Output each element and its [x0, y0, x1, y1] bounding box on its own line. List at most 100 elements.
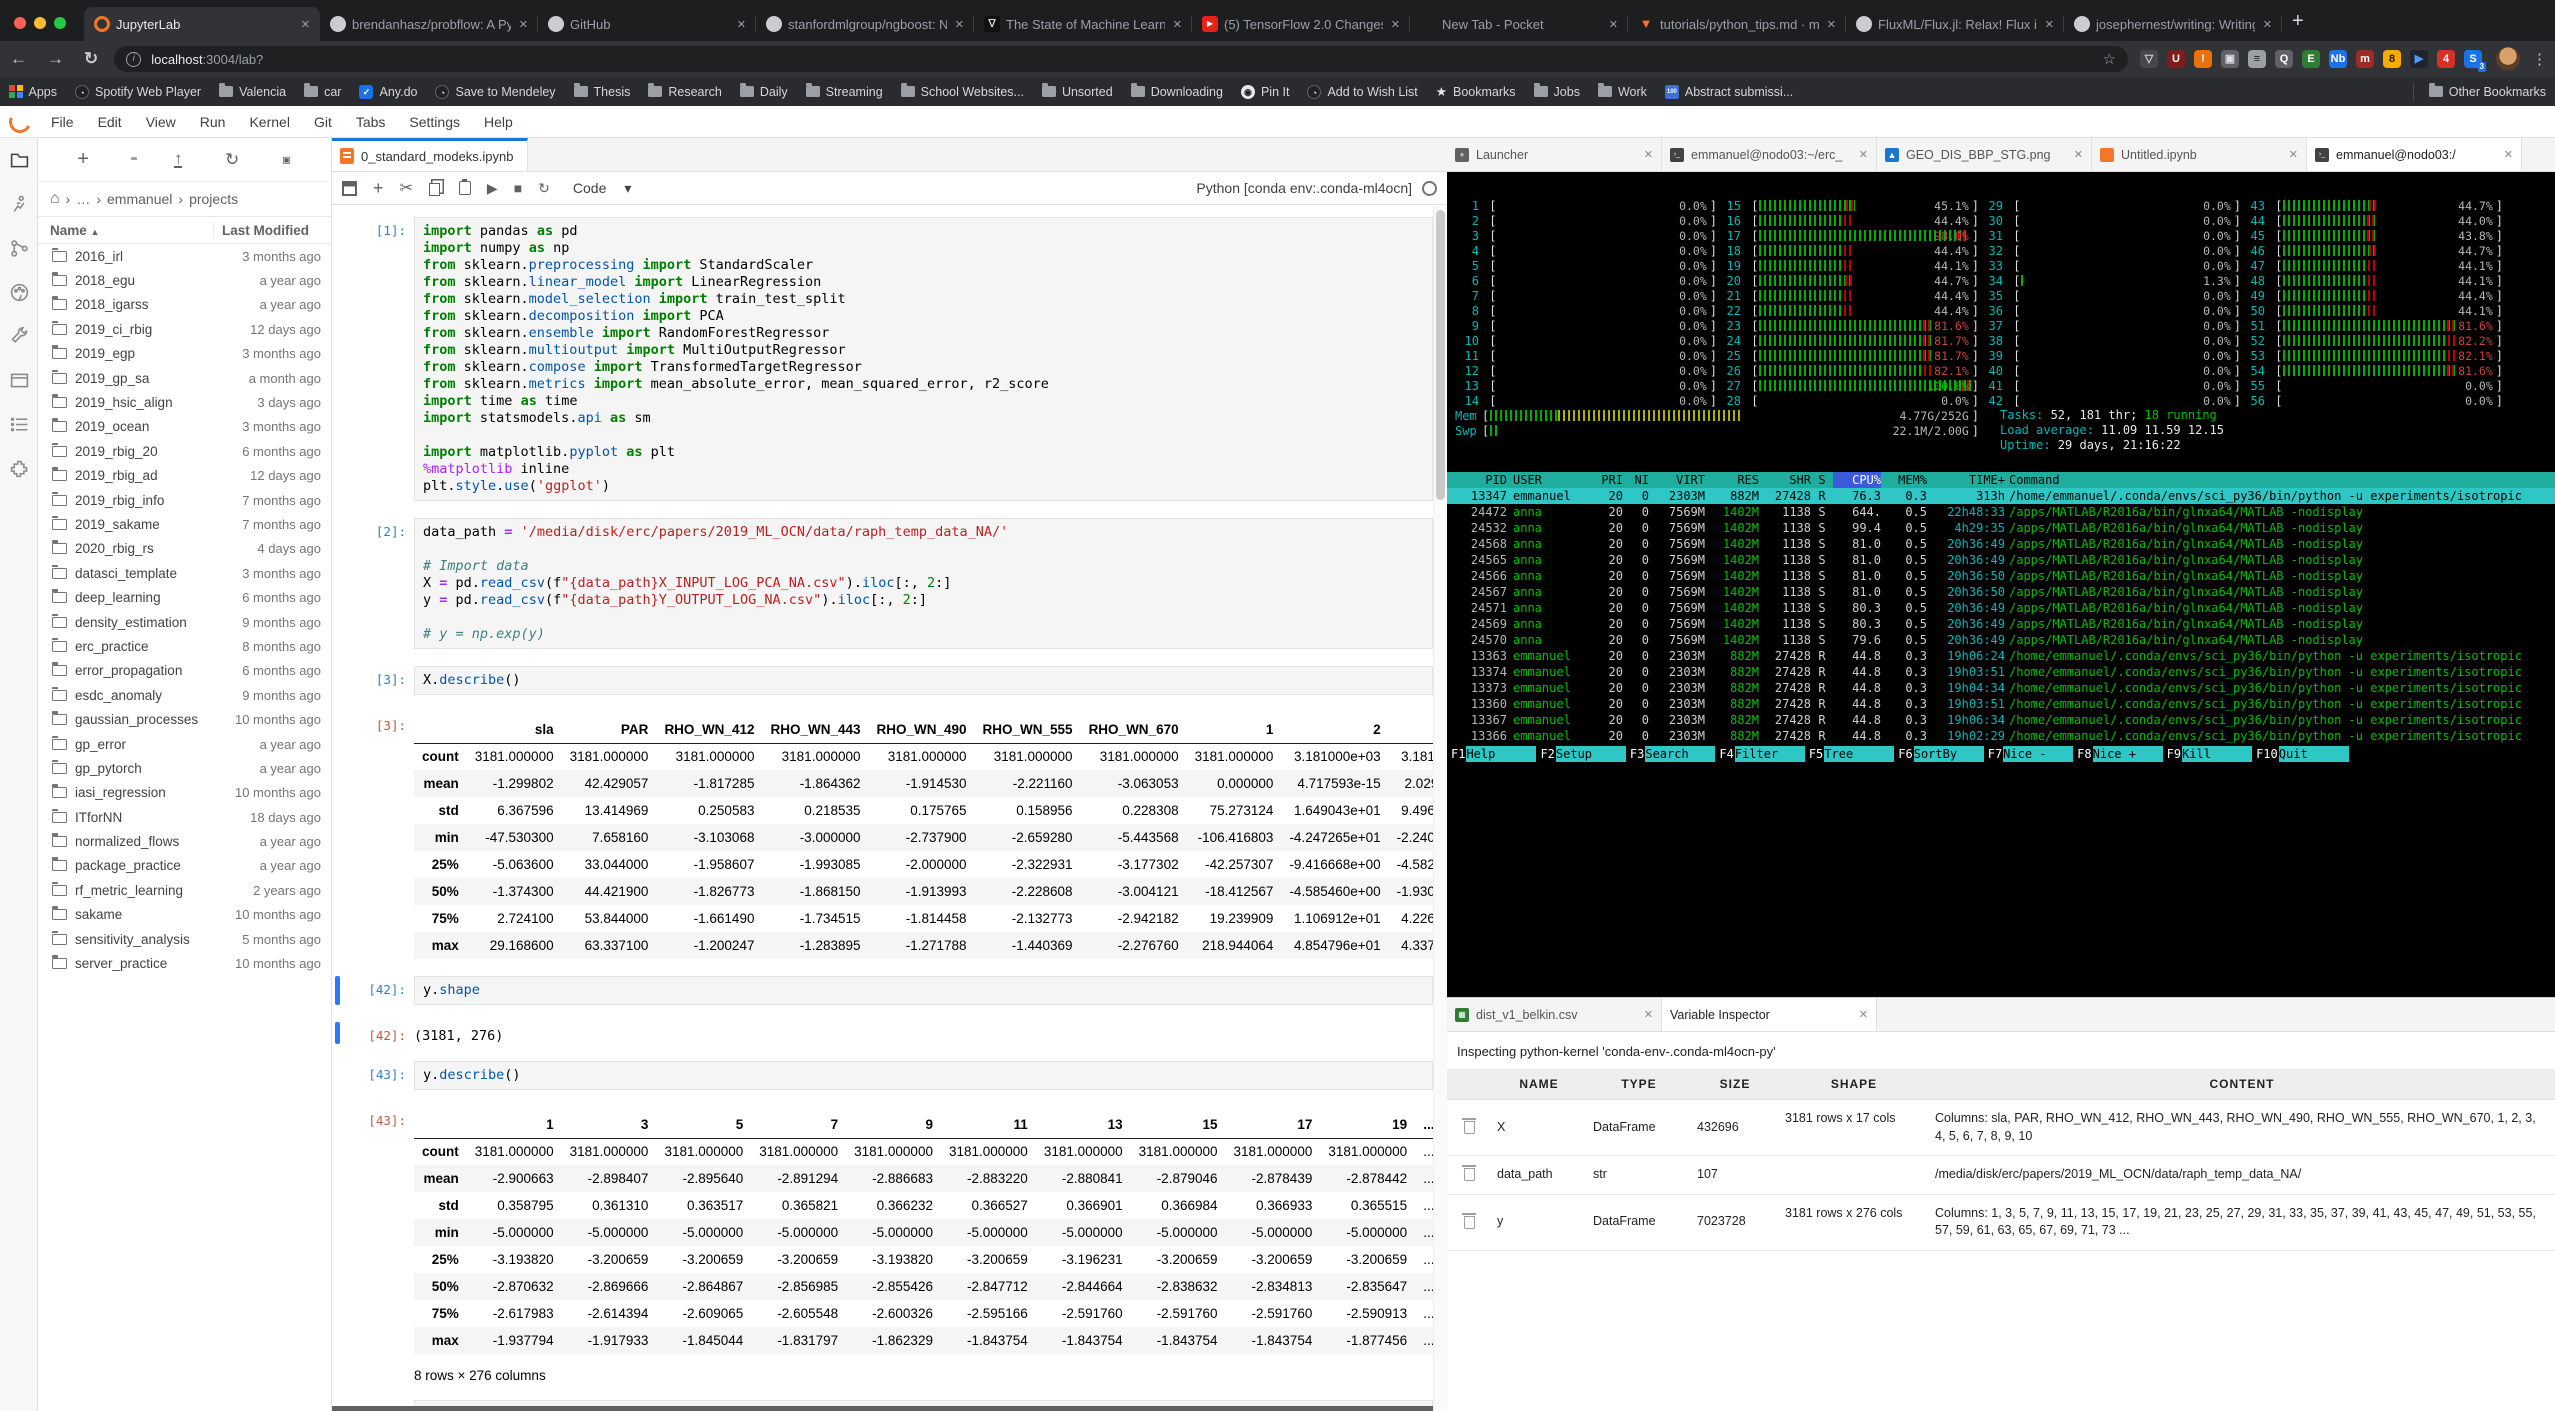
menu-settings[interactable]: Settings [397, 114, 472, 130]
bookmark-item[interactable]: Thesis [565, 85, 640, 99]
code-editor[interactable]: import pandas as pdimport numpy as npfro… [414, 217, 1433, 501]
browser-tab[interactable]: JupyterLab✕ [84, 7, 320, 41]
process-row[interactable]: 13367emmanuel2002303M882M27428R44.80.319… [1447, 712, 2555, 728]
terminal[interactable]: 1 [0.0%]2 [0.0%]3 [0.0%]4 [0.0%]5 [0.0%]… [1447, 172, 2555, 997]
browser-tab[interactable]: New Tab - Pocket✕ [1410, 7, 1628, 41]
file-row[interactable]: 2019_rbig_ad12 days ago [38, 464, 331, 488]
modified-column-header[interactable]: Last Modified [213, 223, 331, 238]
browser-menu-icon[interactable]: ⋮ [2524, 50, 2555, 68]
browser-tab[interactable]: GitHub✕ [538, 7, 756, 41]
breadcrumb-ellipsis[interactable]: … [76, 191, 90, 207]
fkey-label[interactable]: Nice + [2093, 746, 2163, 762]
add-cell-button[interactable]: + [373, 178, 384, 199]
column-mem[interactable]: MEM% [1881, 472, 1927, 488]
file-row[interactable]: gaussian_processes10 months ago [38, 707, 331, 731]
column-command[interactable]: Command [2009, 472, 2555, 488]
bookmark-item[interactable]: ◔Add to Wish List [1298, 85, 1426, 99]
process-row[interactable]: 24472anna2007569M1402M1138S644.0.522h48:… [1447, 504, 2555, 520]
file-row[interactable]: 2018_egua year ago [38, 268, 331, 292]
column-cpu[interactable]: CPU% [1833, 472, 1881, 488]
menu-edit[interactable]: Edit [86, 114, 134, 130]
column-time[interactable]: TIME+ [1927, 472, 2009, 488]
fkey-f4[interactable]: F4 [1715, 746, 1734, 762]
notebook-cell[interactable]: [43]:135791113151719...95count3181.00000… [332, 1107, 1433, 1383]
extension-icon[interactable]: E [2302, 50, 2320, 68]
home-icon[interactable]: ⌂ [50, 190, 60, 208]
notebook-cell[interactable]: [42]:(3181, 276) [332, 1022, 1433, 1044]
delete-variable-button[interactable] [1447, 1100, 1491, 1156]
panel-tab[interactable]: Untitled.ipynb✕ [2092, 138, 2307, 171]
process-row[interactable]: 13373emmanuel2002303M882M27428R44.80.319… [1447, 680, 2555, 696]
fkey-label[interactable]: Filter [1735, 746, 1805, 762]
file-row[interactable]: error_propagation6 months ago [38, 659, 331, 683]
extension-icon[interactable]: Nb [2329, 50, 2347, 68]
browser-tab[interactable]: stanfordmlgroup/ngboost: Nat✕ [756, 7, 974, 41]
extension-icon[interactable]: 4 [2437, 50, 2455, 68]
column-s[interactable]: S [1811, 472, 1833, 488]
extension-manager-icon[interactable] [0, 446, 38, 490]
process-row[interactable]: 13360emmanuel2002303M882M27428R44.80.319… [1447, 696, 2555, 712]
extension-icon[interactable]: ▶ [2410, 50, 2428, 68]
file-row[interactable]: 2020_rbig_rs4 days ago [38, 537, 331, 561]
tab-close-icon[interactable]: ✕ [1389, 16, 1402, 33]
file-row[interactable]: datasci_template3 months ago [38, 561, 331, 585]
menu-git[interactable]: Git [302, 114, 344, 130]
panel-tab[interactable]: ▦dist_v1_belkin.csv✕ [1447, 998, 1662, 1031]
tab-close-icon[interactable]: ✕ [2504, 148, 2513, 161]
fkey-f3[interactable]: F3 [1626, 746, 1645, 762]
column-user[interactable]: USER [1513, 472, 1593, 488]
notebook-horizontal-scrollbar[interactable] [332, 1406, 1433, 1411]
new-launcher-button[interactable]: + [77, 148, 89, 171]
fkey-f1[interactable]: F1 [1447, 746, 1466, 762]
cut-cell-button[interactable]: ✂ [400, 178, 413, 198]
fkey-label[interactable]: Tree [1824, 746, 1894, 762]
code-editor[interactable]: X.describe() [414, 666, 1433, 695]
extension-icon[interactable]: Q [2275, 50, 2293, 68]
fkey-label[interactable]: Setup [1556, 746, 1626, 762]
process-row[interactable]: 13366emmanuel2002303M882M27428R44.80.319… [1447, 728, 2555, 744]
file-row[interactable]: erc_practice8 months ago [38, 634, 331, 658]
fkey-f2[interactable]: F2 [1536, 746, 1555, 762]
menu-tabs[interactable]: Tabs [344, 114, 398, 130]
process-row[interactable]: 13374emmanuel2002303M882M27428R44.80.319… [1447, 664, 2555, 680]
browser-tab[interactable]: ∇The State of Machine Learning✕ [974, 7, 1192, 41]
bookmark-item[interactable]: Streaming [797, 85, 892, 99]
file-row[interactable]: 2019_egp3 months ago [38, 342, 331, 366]
minimize-window-button[interactable] [34, 17, 46, 29]
property-inspector-icon[interactable] [0, 314, 38, 358]
tab-close-icon[interactable]: ✕ [2289, 148, 2298, 161]
close-window-button[interactable] [14, 17, 26, 29]
bookmark-item[interactable]: Apps [0, 85, 66, 99]
code-editor[interactable]: y.describe() [414, 1061, 1433, 1090]
panel-tab[interactable]: Variable Inspector✕ [1662, 998, 1877, 1031]
fkey-f10[interactable]: F10 [2252, 746, 2279, 762]
process-row[interactable]: 24532anna2007569M1402M1138S99.40.54h29:3… [1447, 520, 2555, 536]
column-pri[interactable]: PRI [1593, 472, 1623, 488]
tab-close-icon[interactable]: ✕ [1644, 1008, 1653, 1021]
address-bar[interactable]: i localhost:3004/lab? ☆ [114, 46, 2128, 72]
zoom-window-button[interactable] [54, 17, 66, 29]
name-column-header[interactable]: Name ▲ [38, 223, 213, 238]
extension-icon[interactable]: m [2356, 50, 2374, 68]
tab-close-icon[interactable]: ✕ [953, 16, 966, 33]
tab-close-icon[interactable]: ✕ [1825, 16, 1838, 33]
fkey-f7[interactable]: F7 [1984, 746, 2003, 762]
profile-avatar[interactable] [2496, 47, 2520, 71]
extension-icon[interactable]: U [2167, 50, 2185, 68]
commands-palette-icon[interactable] [0, 270, 38, 314]
file-row[interactable]: esdc_anomaly9 months ago [38, 683, 331, 707]
menu-run[interactable]: Run [188, 114, 238, 130]
file-row[interactable]: gp_errora year ago [38, 732, 331, 756]
panel-tab[interactable]: ›_emmanuel@nodo03:~/erc_✕ [1662, 138, 1877, 171]
site-info-icon[interactable]: i [126, 52, 141, 67]
bookmark-item[interactable]: Unsorted [1033, 85, 1122, 99]
file-row[interactable]: gp_pytorcha year ago [38, 756, 331, 780]
fkey-label[interactable]: Help [1466, 746, 1536, 762]
stop-kernel-button[interactable]: ■ [514, 180, 522, 196]
bookmark-item[interactable]: ◔Spotify Web Player [66, 85, 210, 99]
delete-variable-button[interactable] [1447, 1195, 1491, 1251]
notebook-cell[interactable]: [3]:slaPARRHO_WN_412RHO_WN_443RHO_WN_490… [332, 712, 1433, 959]
tab-close-icon[interactable]: ✕ [2043, 16, 2056, 33]
bookmark-item[interactable]: Valencia [210, 85, 295, 99]
bookmark-item[interactable]: ✓Any.do [350, 85, 426, 99]
